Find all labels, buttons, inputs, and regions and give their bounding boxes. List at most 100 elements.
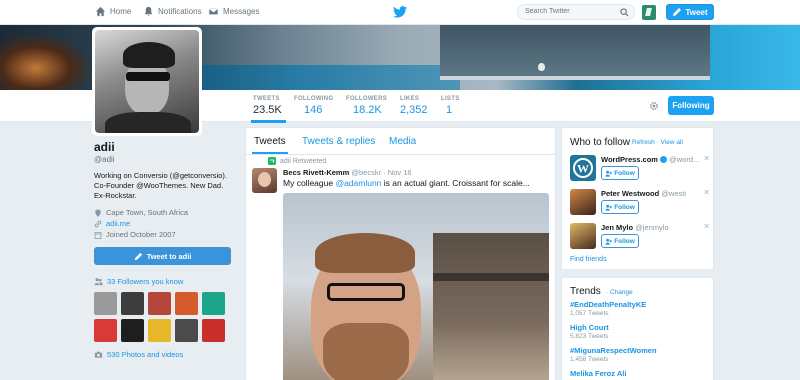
tweet-mention-link[interactable]: @adamlunn [335,178,381,188]
account-avatar[interactable] [642,5,656,20]
tweet-text-suffix: is an actual giant. Croissant for scale.… [381,178,530,188]
followers-you-know-label: 33 Followers you know [107,277,184,286]
stat-value: 18.2K [353,104,382,116]
follower-avatar[interactable] [202,319,225,342]
trends-change-label: Change [609,289,633,296]
follow-button[interactable]: Follow [601,200,639,214]
stat-followers[interactable]: FOLLOWERS 18.2K [346,96,387,116]
user-name[interactable]: Jen Mylo [601,223,633,232]
photos-videos-link[interactable]: 530 Photos and videos [94,350,234,359]
trends-module: Trends · Change #EndDeathPenaltyKE 1,057… [561,277,714,380]
compose-tweet-button[interactable]: Tweet [666,4,714,20]
joined-text: Joined October 2007 [106,230,176,239]
profile-name[interactable]: adii [94,140,234,154]
photos-videos-label: 530 Photos and videos [107,350,184,359]
retweet-label: adii Retweeted [280,157,327,165]
find-friends-link[interactable]: Find friends [570,256,607,263]
nav-notifications[interactable]: Notifications [143,6,202,17]
user-name[interactable]: WordPress.com [601,155,658,164]
following-button[interactable]: Following [668,96,714,115]
tweet-photo[interactable] [283,193,549,380]
follow-label: Follow [614,203,635,211]
twitter-bird-icon[interactable] [393,6,407,18]
trend-count: 1,458 Tweets [570,356,609,363]
view-all-link[interactable]: View all [661,139,683,146]
bio-line: Ex-Rockstar. [94,191,137,200]
compose-icon [134,252,142,260]
search-box[interactable] [517,4,635,20]
profile-handle: @adii [94,155,115,164]
top-navigation: Home Notifications Messages Tweet [0,0,800,25]
search-input[interactable] [525,8,615,15]
compose-icon [673,8,682,16]
website-row: adii.me [94,218,234,229]
follower-avatar[interactable] [94,319,117,342]
search-icon[interactable] [620,8,629,17]
dismiss-icon[interactable]: ✕ [703,222,710,231]
tweet-to-button[interactable]: Tweet to adii [94,247,231,265]
trend-item[interactable]: High Court 5,823 Tweets [570,323,609,340]
tweet-author-handle: @becskr [351,168,382,177]
trend-name: High Court [570,323,609,332]
nav-notifications-label: Notifications [158,7,202,16]
follow-button[interactable]: Follow [601,166,639,180]
stat-likes[interactable]: LIKES 2,352 [400,96,428,116]
add-user-icon [605,170,613,177]
follower-avatar[interactable] [175,319,198,342]
tab-tweets[interactable]: Tweets [252,136,288,154]
stat-label: TWEETS [253,96,280,102]
profile-avatar[interactable] [92,27,202,136]
known-followers-grid [94,292,234,342]
follower-avatar[interactable] [121,292,144,315]
followers-you-know-link[interactable]: 33 Followers you know [94,277,234,286]
follower-avatar[interactable] [202,292,225,315]
add-user-icon [605,238,613,245]
user-avatar[interactable] [570,223,596,249]
svg-text:W: W [577,162,589,176]
trend-item[interactable]: #MigunaRespectWomen 1,458 Tweets [570,346,657,363]
dismiss-icon[interactable]: ✕ [703,154,710,163]
verified-badge-icon [660,156,668,163]
tweet-text-prefix: My colleague [283,178,336,188]
user-avatar[interactable]: W [570,155,596,181]
trend-item[interactable]: Melika Feroz Ali [570,369,626,378]
stat-following[interactable]: FOLLOWING 146 [294,96,333,116]
tweet-author-name[interactable]: Becs Rivett-Kemm [283,168,349,177]
follow-button[interactable]: Follow [601,234,639,248]
location-row: Cape Town, South Africa [94,207,234,218]
tweet-author-avatar[interactable] [252,168,277,193]
user-handle: @word... [669,155,700,164]
home-icon [95,6,106,17]
nav-messages[interactable]: Messages [208,6,259,17]
suggested-user: Jen Mylo @jenmylo ✕ Follow [570,222,710,249]
follower-avatar[interactable] [175,292,198,315]
trends-change-link[interactable]: · Change [606,289,633,296]
location-pin-icon [95,209,101,217]
suggested-user: W WordPress.com @word... ✕ Follow [570,154,710,181]
refresh-link[interactable]: Refresh [632,139,655,146]
trend-name: #EndDeathPenaltyKE [570,300,647,309]
stat-lists[interactable]: LISTS 1 [441,96,460,116]
tweet-date[interactable]: Nov 16 [388,168,412,177]
follower-avatar[interactable] [94,292,117,315]
bio-line: Co-Founder @WooThemes. New Dad. [94,181,224,190]
follower-avatar[interactable] [148,319,171,342]
tweet-header: Becs Rivett-Kemm @becskr · Nov 16 [283,168,412,177]
follower-avatar[interactable] [148,292,171,315]
who-to-follow-title: Who to follow [570,137,631,148]
dismiss-icon[interactable]: ✕ [703,188,710,197]
tab-media[interactable]: Media [389,136,416,147]
gear-icon[interactable] [648,100,660,112]
trend-item[interactable]: #EndDeathPenaltyKE 1,057 Tweets [570,300,646,317]
website-link[interactable]: adii.me [106,219,130,228]
tab-tweets-replies[interactable]: Tweets & replies [302,136,375,147]
envelope-icon [208,7,219,16]
joined-row: Joined October 2007 [94,229,234,240]
user-avatar[interactable] [570,189,596,215]
location-text: Cape Town, South Africa [106,208,188,217]
nav-home[interactable]: Home [95,6,131,17]
trend-name: #MigunaRespectWomen [570,346,657,355]
user-name[interactable]: Peter Westwood [601,189,659,198]
stat-tweets[interactable]: TWEETS 23.5K [251,96,286,123]
follower-avatar[interactable] [121,319,144,342]
